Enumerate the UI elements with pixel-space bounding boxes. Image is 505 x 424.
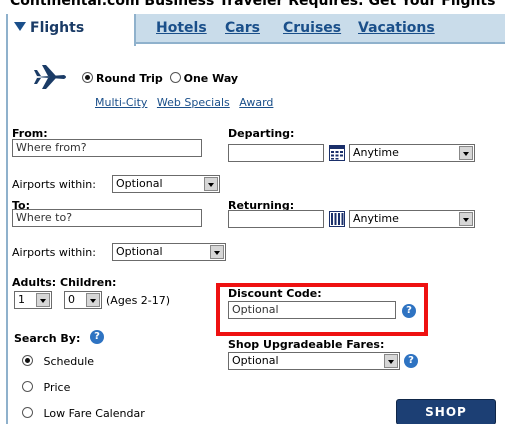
web-specials-link[interactable]: Web Specials xyxy=(157,96,230,109)
chevron-down-icon xyxy=(36,293,50,307)
flight-search-widget: Flights Hotels Cars Cruises Vacations Ro… xyxy=(6,14,505,424)
adults-value: 1 xyxy=(18,293,25,306)
upgradeable-fares-label: Shop Upgradeable Fares: xyxy=(228,338,385,351)
search-by-label: Search By: xyxy=(14,332,81,345)
returning-time-value: Anytime xyxy=(353,212,399,225)
round-trip-label: Round Trip xyxy=(96,72,163,85)
triangle-down-icon xyxy=(14,22,26,31)
airports-within-select[interactable]: Optional xyxy=(112,175,220,193)
low-fare-calendar-label: Low Fare Calendar xyxy=(43,407,145,420)
schedule-radio[interactable] xyxy=(22,355,33,366)
upgradeable-fares-select[interactable]: Optional xyxy=(228,352,400,370)
tab-cars[interactable]: Cars xyxy=(225,20,260,36)
page-header-text: Continental.com Business Traveler Requir… xyxy=(10,0,496,9)
calendar-icon[interactable] xyxy=(329,145,345,161)
chevron-down-icon xyxy=(459,146,473,160)
chevron-down-icon xyxy=(210,245,224,259)
discount-code-label: Discount Code: xyxy=(228,287,322,300)
search-by-schedule-option: Schedule xyxy=(22,355,94,368)
returning-date-input[interactable] xyxy=(228,210,324,228)
departing-time-value: Anytime xyxy=(353,146,399,159)
children-value: 0 xyxy=(68,293,75,306)
chevron-down-icon xyxy=(459,212,473,226)
trip-links: Multi-City Web Specials Award xyxy=(95,96,279,109)
airplane-icon xyxy=(34,65,66,89)
calendar-icon[interactable] xyxy=(329,211,345,227)
tab-hotels[interactable]: Hotels xyxy=(156,20,207,36)
tab-cruises[interactable]: Cruises xyxy=(283,20,341,36)
airports-within-label-2: Airports within: xyxy=(12,246,96,259)
tab-flights-label: Flights xyxy=(30,20,85,36)
airports-within-select-2[interactable]: Optional xyxy=(112,243,226,261)
help-icon[interactable]: ? xyxy=(90,330,104,344)
search-by-price-option: Price xyxy=(22,381,70,394)
from-input[interactable]: Where from? xyxy=(12,139,202,157)
airports-within-label: Airports within: xyxy=(12,178,96,191)
multi-city-link[interactable]: Multi-City xyxy=(95,96,147,109)
low-fare-calendar-radio[interactable] xyxy=(22,407,33,418)
round-trip-radio[interactable] xyxy=(82,72,93,83)
chevron-down-icon xyxy=(384,354,398,368)
children-ages-note: (Ages 2-17) xyxy=(106,294,171,307)
returning-time-select[interactable]: Anytime xyxy=(349,210,475,228)
search-by-calendar-option: Low Fare Calendar xyxy=(22,407,145,420)
tab-flights[interactable]: Flights xyxy=(8,14,136,46)
schedule-label: Schedule xyxy=(43,355,95,368)
tab-bar: Flights Hotels Cars Cruises Vacations xyxy=(8,14,505,46)
price-radio[interactable] xyxy=(22,381,33,392)
price-label: Price xyxy=(43,381,71,394)
to-input[interactable]: Where to? xyxy=(12,209,202,227)
help-icon[interactable]: ? xyxy=(404,354,418,368)
one-way-radio[interactable] xyxy=(169,72,181,83)
departing-date-input[interactable] xyxy=(228,144,324,162)
airports-within-value-2: Optional xyxy=(116,245,163,258)
chevron-down-icon xyxy=(86,293,100,307)
adults-select[interactable]: 1 xyxy=(14,291,52,309)
page-header: Continental.com Business Traveler Requir… xyxy=(0,0,505,14)
shop-button[interactable]: SHOP xyxy=(396,399,496,424)
one-way-label: One Way xyxy=(183,72,239,85)
discount-code-input[interactable]: Optional xyxy=(228,301,396,319)
passengers-label: Adults: Children: xyxy=(12,276,117,289)
departing-time-select[interactable]: Anytime xyxy=(349,144,475,162)
departing-label: Departing: xyxy=(228,127,295,140)
help-icon[interactable]: ? xyxy=(402,304,416,318)
trip-type-group: Round Trip One Way xyxy=(82,72,238,85)
award-link[interactable]: Award xyxy=(239,96,273,109)
upgradeable-fares-value: Optional xyxy=(232,354,279,367)
tab-vacations[interactable]: Vacations xyxy=(358,20,435,36)
children-select[interactable]: 0 xyxy=(64,291,102,309)
airports-within-value: Optional xyxy=(116,177,163,190)
chevron-down-icon xyxy=(204,177,218,191)
